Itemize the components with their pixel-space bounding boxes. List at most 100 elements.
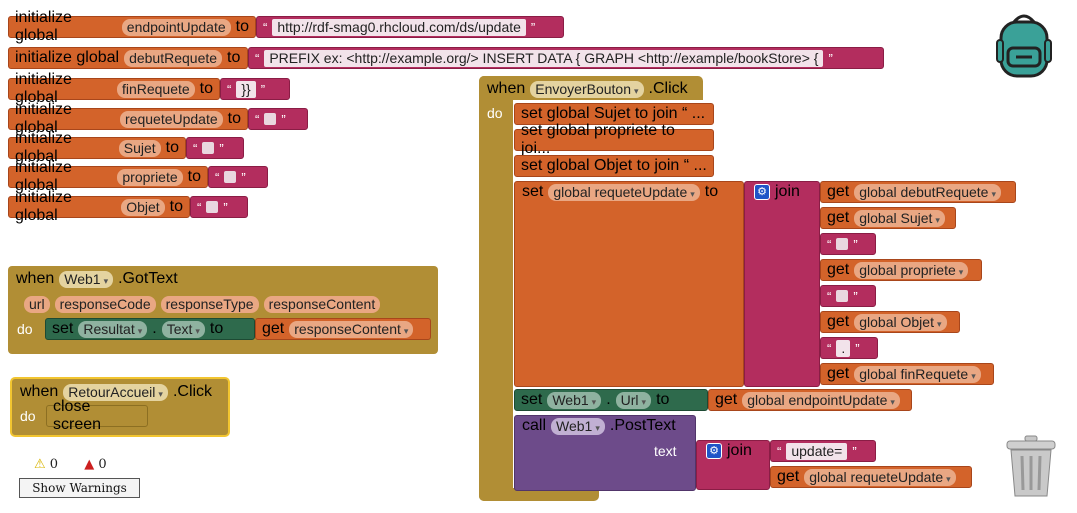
var-dropdown[interactable]: global debutRequete ▾ — [854, 183, 1002, 201]
init-Objet-block[interactable]: initialize global Objet to — [8, 189, 190, 224]
quote-icon: “ — [255, 50, 260, 66]
set-objet-collapsed-block[interactable]: set global Objet to join “ ... — [514, 155, 714, 177]
property-dropdown[interactable]: Text ▾ — [161, 320, 205, 338]
string-debut-block[interactable]: “ PREFIX ex: <http://example.org/> INSER… — [248, 47, 884, 69]
param-responseCode[interactable]: responseCode — [54, 295, 156, 313]
param-url[interactable]: url — [24, 295, 50, 313]
quote-icon: “ — [263, 19, 268, 35]
set-requeteUpdate-block[interactable] — [514, 181, 744, 387]
trash-icon[interactable] — [1005, 434, 1057, 498]
when-label: when — [487, 80, 526, 97]
get-propriete-block[interactable]: get global propriete ▾ — [820, 259, 982, 281]
string-empty-block[interactable]: “” — [820, 233, 876, 255]
init-label: initialize global — [15, 49, 120, 66]
var-name[interactable]: requeteUpdate — [120, 110, 223, 128]
init-requeteUpdate-block[interactable]: initialize global requeteUpdate to — [8, 101, 248, 136]
var-name[interactable]: debutRequete — [124, 49, 223, 67]
get-debutRequete-block[interactable]: get global debutRequete ▾ — [820, 181, 1016, 203]
method-label: .PostText — [609, 417, 676, 434]
close-screen-block[interactable]: close screen — [46, 398, 148, 433]
do-label: do — [17, 321, 33, 337]
set-label: set — [522, 183, 544, 200]
to-label: to — [227, 49, 241, 66]
string-empty-block[interactable]: “” — [186, 137, 244, 159]
empty-string[interactable] — [202, 142, 215, 154]
set-web1-url-block[interactable]: set Web1 ▾ . Url ▾ to — [514, 389, 708, 411]
empty-string[interactable] — [224, 171, 237, 183]
get-endpointUpdate-block[interactable]: get global endpointUpdate ▾ — [708, 389, 912, 411]
var-dropdown[interactable]: global finRequete ▾ — [854, 365, 981, 383]
string-value[interactable]: update= — [786, 442, 848, 460]
empty-string[interactable] — [836, 290, 849, 302]
gottext-params: url responseCode responseType responseCo… — [18, 293, 386, 315]
string-endpoint-block[interactable]: “ http://rdf-smag0.rhcloud.com/ds/update… — [256, 16, 564, 38]
string-value[interactable]: . — [836, 339, 851, 357]
init-debutRequete-block[interactable]: initialize global debutRequete to — [8, 47, 248, 69]
string-value[interactable]: }} — [236, 80, 256, 98]
var-dropdown[interactable]: global endpointUpdate ▾ — [742, 391, 900, 409]
component-dropdown[interactable]: Web1 ▾ — [551, 417, 605, 435]
string-dot-block[interactable]: “ . ” — [820, 337, 878, 359]
quote-icon: “ — [197, 199, 202, 215]
var-name[interactable]: Sujet — [118, 139, 161, 157]
var-dropdown[interactable]: global requeteUpdate ▾ — [548, 183, 700, 201]
string-empty-block[interactable]: “” — [190, 196, 248, 218]
get-responseContent-block[interactable]: get responseContent ▾ — [255, 318, 431, 340]
init-propriete-block[interactable]: initialize global propriete to — [8, 159, 208, 194]
quote-icon: ” — [853, 288, 858, 304]
string-value[interactable]: PREFIX ex: <http://example.org/> INSERT … — [264, 49, 824, 67]
string-fin-block[interactable]: “ }} ” — [220, 78, 290, 100]
gottext-header: when Web1 ▾ .GotText — [10, 268, 184, 290]
component-dropdown[interactable]: Resultat ▾ — [78, 320, 148, 338]
join-header: ⚙ join — [700, 440, 758, 462]
var-name[interactable]: Objet — [121, 198, 165, 216]
to-label: to — [704, 183, 719, 200]
get-finRequete-block[interactable]: get global finRequete ▾ — [820, 363, 994, 385]
string-update-block[interactable]: “ update= ” — [770, 440, 876, 462]
init-label: initialize global — [15, 189, 72, 224]
quote-icon: “ — [215, 169, 220, 185]
get-label: get — [777, 468, 800, 485]
to-label: to — [209, 320, 224, 337]
empty-string[interactable] — [206, 201, 219, 213]
property-dropdown[interactable]: Url ▾ — [615, 391, 652, 409]
var-dropdown[interactable]: global Objet ▾ — [854, 313, 947, 331]
component-dropdown[interactable]: EnvoyerBouton ▾ — [530, 80, 644, 98]
string-empty-block[interactable]: “” — [248, 108, 308, 130]
component-dropdown[interactable]: Web1 ▾ — [59, 270, 114, 288]
init-Sujet-block[interactable]: initialize global Sujet to — [8, 130, 186, 165]
quote-icon: ” — [852, 443, 857, 459]
var-name[interactable]: propriete — [117, 168, 183, 186]
param-responseContent[interactable]: responseContent — [263, 295, 381, 313]
string-value[interactable]: http://rdf-smag0.rhcloud.com/ds/update — [272, 18, 526, 36]
empty-string[interactable] — [264, 113, 277, 125]
envoyer-click-event[interactable] — [479, 76, 513, 501]
backpack-icon[interactable] — [996, 10, 1052, 78]
do-label: do — [20, 408, 36, 424]
join-block[interactable] — [744, 181, 820, 387]
set-propriete-collapsed-block[interactable]: set global propriete to joi... — [514, 122, 714, 157]
var-dropdown[interactable]: global propriete ▾ — [854, 261, 969, 279]
var-dropdown[interactable]: global Sujet ▾ — [854, 209, 945, 227]
event-label: .GotText — [118, 270, 178, 287]
show-warnings-button[interactable]: Show Warnings — [19, 478, 140, 498]
get-requeteUpdate-block[interactable]: get global requeteUpdate ▾ — [770, 466, 972, 488]
get-sujet-block[interactable]: get global Sujet ▾ — [820, 207, 956, 229]
param-responseType[interactable]: responseType — [160, 295, 259, 313]
set-resultat-text-block[interactable]: set Resultat ▾ . Text ▾ to — [45, 318, 255, 340]
join-header: ⚙ join — [748, 181, 806, 203]
var-name[interactable]: finRequete — [116, 80, 195, 98]
string-empty-block[interactable]: “” — [208, 166, 268, 188]
var-dropdown[interactable]: global requeteUpdate ▾ — [804, 468, 956, 486]
init-endpointUpdate-block[interactable]: initialize global endpointUpdate to — [8, 9, 256, 44]
gear-icon[interactable]: ⚙ — [706, 443, 722, 459]
var-dropdown[interactable]: responseContent ▾ — [289, 320, 414, 338]
init-finRequete-block[interactable]: initialize global finRequete to — [8, 71, 220, 106]
get-label: get — [827, 313, 850, 330]
string-empty-block[interactable]: “” — [820, 285, 876, 307]
component-dropdown[interactable]: Web1 ▾ — [547, 391, 602, 409]
empty-string[interactable] — [836, 238, 849, 250]
get-objet-block[interactable]: get global Objet ▾ — [820, 311, 960, 333]
gear-icon[interactable]: ⚙ — [754, 184, 770, 200]
var-name[interactable]: endpointUpdate — [121, 18, 231, 36]
